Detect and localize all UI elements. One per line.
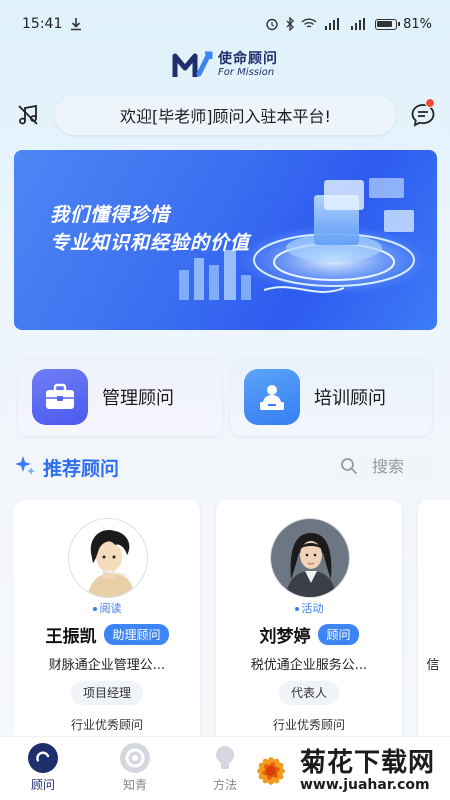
advisor-card[interactable]: 信	[418, 500, 450, 738]
bluetooth-icon	[286, 17, 295, 31]
site-watermark: 菊花下载网 www.juahar.com	[244, 742, 450, 800]
nav-label: 知青	[122, 778, 147, 792]
watermark-url: www.juahar.com	[300, 777, 430, 794]
recommended-section-header: 推荐顾问	[14, 448, 436, 484]
battery-icon	[375, 18, 401, 30]
status-time: 15:41	[22, 16, 63, 32]
role-badge: 顾问	[318, 624, 359, 645]
signal-icon	[325, 18, 340, 30]
nav-label: 顾问	[30, 778, 55, 792]
advisor-name: 刘梦婷	[259, 627, 311, 647]
chrysanthemum-logo-icon	[257, 757, 285, 785]
honor-text: 行业优秀顾问	[70, 718, 143, 732]
music-off-icon[interactable]	[16, 103, 40, 127]
download-icon	[71, 18, 82, 31]
section-title: 推荐顾问	[43, 458, 120, 480]
logo-subtitle: For Mission	[218, 67, 275, 79]
watermark-name: 菊花下载网	[300, 747, 436, 778]
training-advisor-card[interactable]: 培训顾问	[230, 358, 432, 436]
hero-banner[interactable]: 我们懂得珍惜 专业知识和经验的价值	[14, 150, 437, 330]
status-bar: 15:41 81%	[0, 0, 450, 48]
search-icon	[341, 458, 357, 474]
nav-item-knowledge[interactable]: 知青	[100, 743, 170, 793]
company-name: 信	[426, 658, 440, 673]
position-chip: 代表人	[278, 681, 340, 705]
wifi-icon	[301, 18, 317, 28]
role-badge: 助理顾问	[104, 624, 169, 645]
advisor-card[interactable]: 阅读 王振凯 助理顾问 财脉通企业管理公... 项目经理 行业优秀顾问	[14, 500, 200, 738]
banner-headline: 我们懂得珍惜	[50, 204, 171, 226]
search-box[interactable]	[330, 450, 436, 482]
nav-label: 方法	[212, 778, 237, 792]
status-tag: 阅读	[14, 600, 200, 616]
notice-bar[interactable]: 欢迎[毕老师]顾问入驻本平台!	[55, 95, 396, 135]
alarm-icon	[266, 18, 278, 31]
position-chip: 项目经理	[70, 681, 144, 705]
advisor-list: 阅读 王振凯 助理顾问 财脉通企业管理公... 项目经理 行业优秀顾问 活动 刘…	[14, 500, 450, 738]
advisor-c-icon	[28, 743, 58, 773]
briefcase-icon	[32, 369, 88, 425]
management-advisor-label: 管理顾问	[102, 388, 174, 409]
training-advisor-label: 培训顾问	[314, 388, 386, 409]
banner-subheadline: 专业知识和经验的价值	[50, 232, 251, 254]
honor-text: 行业优秀顾问	[272, 718, 345, 732]
search-input[interactable]	[372, 456, 432, 476]
advisor-card[interactable]: 活动 刘梦婷 顾问 税优通企业服务公... 代表人 行业优秀顾问	[216, 500, 402, 738]
sparkle-icon	[15, 456, 35, 475]
signal-icon-2	[351, 18, 366, 30]
logo-name: 使命顾问	[218, 50, 278, 67]
status-tag: 活动	[216, 600, 402, 616]
advisor-name: 王振凯	[45, 627, 97, 647]
nav-item-advisor[interactable]: 顾问	[8, 743, 78, 793]
management-advisor-card[interactable]: 管理顾问	[18, 358, 222, 436]
method-icon	[210, 743, 240, 773]
battery-percent: 81%	[403, 16, 432, 32]
trainer-icon	[244, 369, 300, 425]
avatar	[68, 518, 148, 598]
logo-mark-icon	[172, 51, 213, 77]
company-name: 财脉通企业管理公...	[48, 658, 166, 673]
avatar	[270, 518, 350, 598]
knowledge-icon	[120, 743, 150, 773]
notice-text: 欢迎[毕老师]顾问入驻本平台!	[120, 107, 331, 126]
notification-dot	[425, 98, 435, 108]
app-logo: 使命顾问 For Mission	[172, 50, 278, 80]
